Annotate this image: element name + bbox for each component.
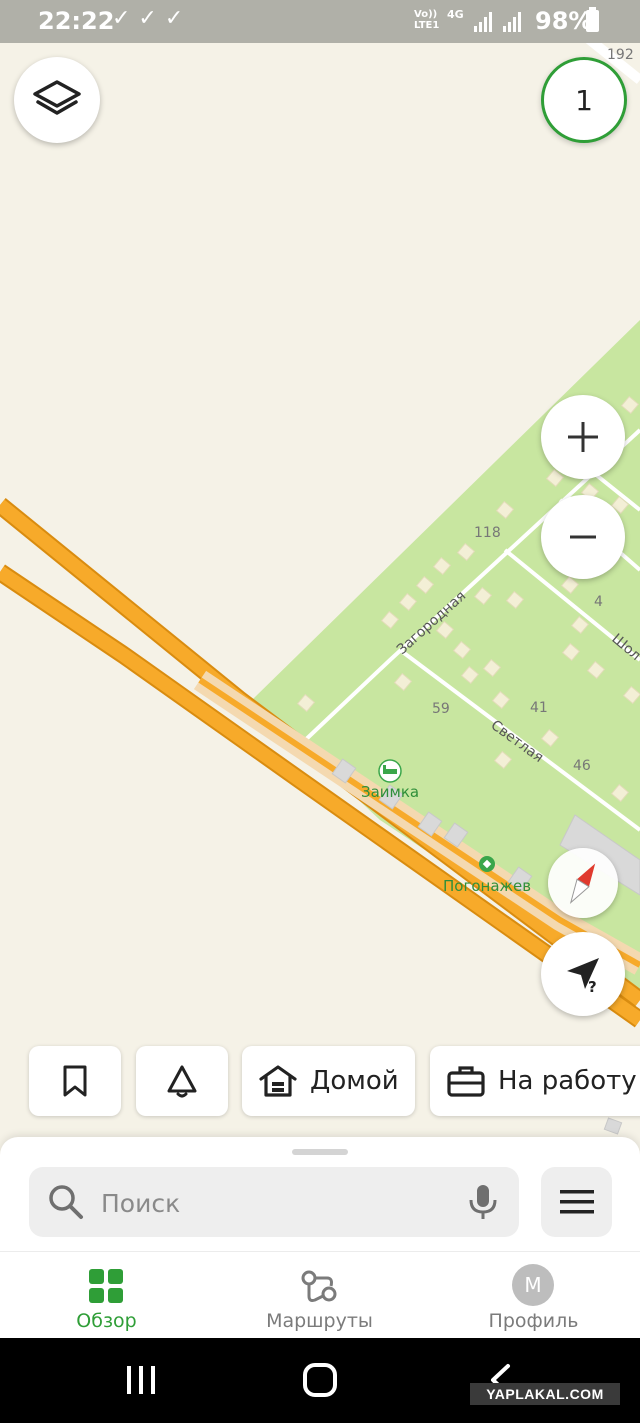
sheet-drag-handle[interactable] xyxy=(292,1149,348,1155)
tab-label: Маршруты xyxy=(266,1310,373,1332)
home-icon xyxy=(259,1065,297,1097)
plus-icon xyxy=(568,422,598,452)
signal-icon xyxy=(474,12,492,32)
layers-icon xyxy=(33,80,81,115)
location-arrow-icon: ? xyxy=(567,958,599,996)
house-number: 46 xyxy=(573,758,591,774)
status-time: 22:22 xyxy=(38,7,115,35)
bottom-tab-bar: Обзор Маршруты М Профиль xyxy=(0,1251,640,1339)
system-navigation-bar xyxy=(0,1338,640,1423)
alerts-chip[interactable] xyxy=(136,1046,228,1116)
layers-button[interactable] xyxy=(14,57,100,143)
routes-icon xyxy=(301,1270,337,1302)
microphone-icon[interactable] xyxy=(467,1183,499,1221)
search-input[interactable] xyxy=(99,1167,463,1239)
bookmarks-chip[interactable] xyxy=(29,1046,121,1116)
poi-label: Заимка xyxy=(361,783,419,801)
search-icon xyxy=(49,1185,83,1219)
notification-count-button[interactable]: 1 xyxy=(541,57,627,143)
house-number: 4 xyxy=(594,594,603,610)
network-type: 4G xyxy=(447,8,464,21)
recent-apps-button[interactable] xyxy=(111,1358,171,1402)
work-chip[interactable]: На работу xyxy=(430,1046,640,1116)
bell-icon xyxy=(167,1065,197,1098)
poi-label: Погонажев xyxy=(443,877,531,895)
tab-label: Профиль xyxy=(488,1310,579,1332)
zoom-in-button[interactable] xyxy=(541,395,625,479)
menu-button[interactable] xyxy=(541,1167,612,1237)
svg-text:?: ? xyxy=(588,978,597,996)
hamburger-icon xyxy=(559,1190,594,1214)
bookmark-icon xyxy=(63,1065,87,1097)
house-number: 41 xyxy=(530,700,548,716)
minus-icon xyxy=(570,535,596,539)
work-label: На работу xyxy=(498,1066,637,1096)
house-number: 118 xyxy=(474,525,501,541)
battery-percent: 98% xyxy=(535,7,593,35)
bottom-sheet[interactable] xyxy=(0,1137,640,1251)
home-system-button[interactable] xyxy=(290,1358,350,1402)
house-number: 59 xyxy=(432,701,450,717)
watermark: YAPLAKAL.COM xyxy=(470,1383,620,1405)
tab-profile[interactable]: М Профиль xyxy=(427,1252,640,1339)
grid-icon xyxy=(89,1269,123,1303)
battery-icon xyxy=(586,7,599,32)
home-label: Домой xyxy=(310,1066,399,1096)
tab-routes[interactable]: Маршруты xyxy=(213,1252,426,1339)
status-bar: 22:22 ✓✓✓ Vo)) LTE1 4G 98% xyxy=(0,0,640,43)
tab-overview[interactable]: Обзор xyxy=(0,1252,213,1339)
briefcase-icon xyxy=(447,1066,485,1097)
avatar: М xyxy=(512,1264,554,1306)
volte-indicator: Vo)) LTE1 xyxy=(414,9,440,31)
search-bar[interactable] xyxy=(29,1167,519,1239)
signal-icon xyxy=(503,12,521,32)
zoom-out-button[interactable] xyxy=(541,495,625,579)
compass-icon xyxy=(569,863,596,904)
house-number: 192 xyxy=(607,47,634,63)
my-location-button[interactable]: ? xyxy=(541,932,625,1016)
notification-checks: ✓✓✓ xyxy=(112,6,192,31)
home-circle-icon xyxy=(303,1363,337,1397)
recents-icon xyxy=(127,1366,155,1394)
tab-label: Обзор xyxy=(76,1310,137,1332)
home-chip[interactable]: Домой xyxy=(242,1046,415,1116)
count-badge: 1 xyxy=(575,83,593,117)
compass-button[interactable] xyxy=(548,848,618,918)
